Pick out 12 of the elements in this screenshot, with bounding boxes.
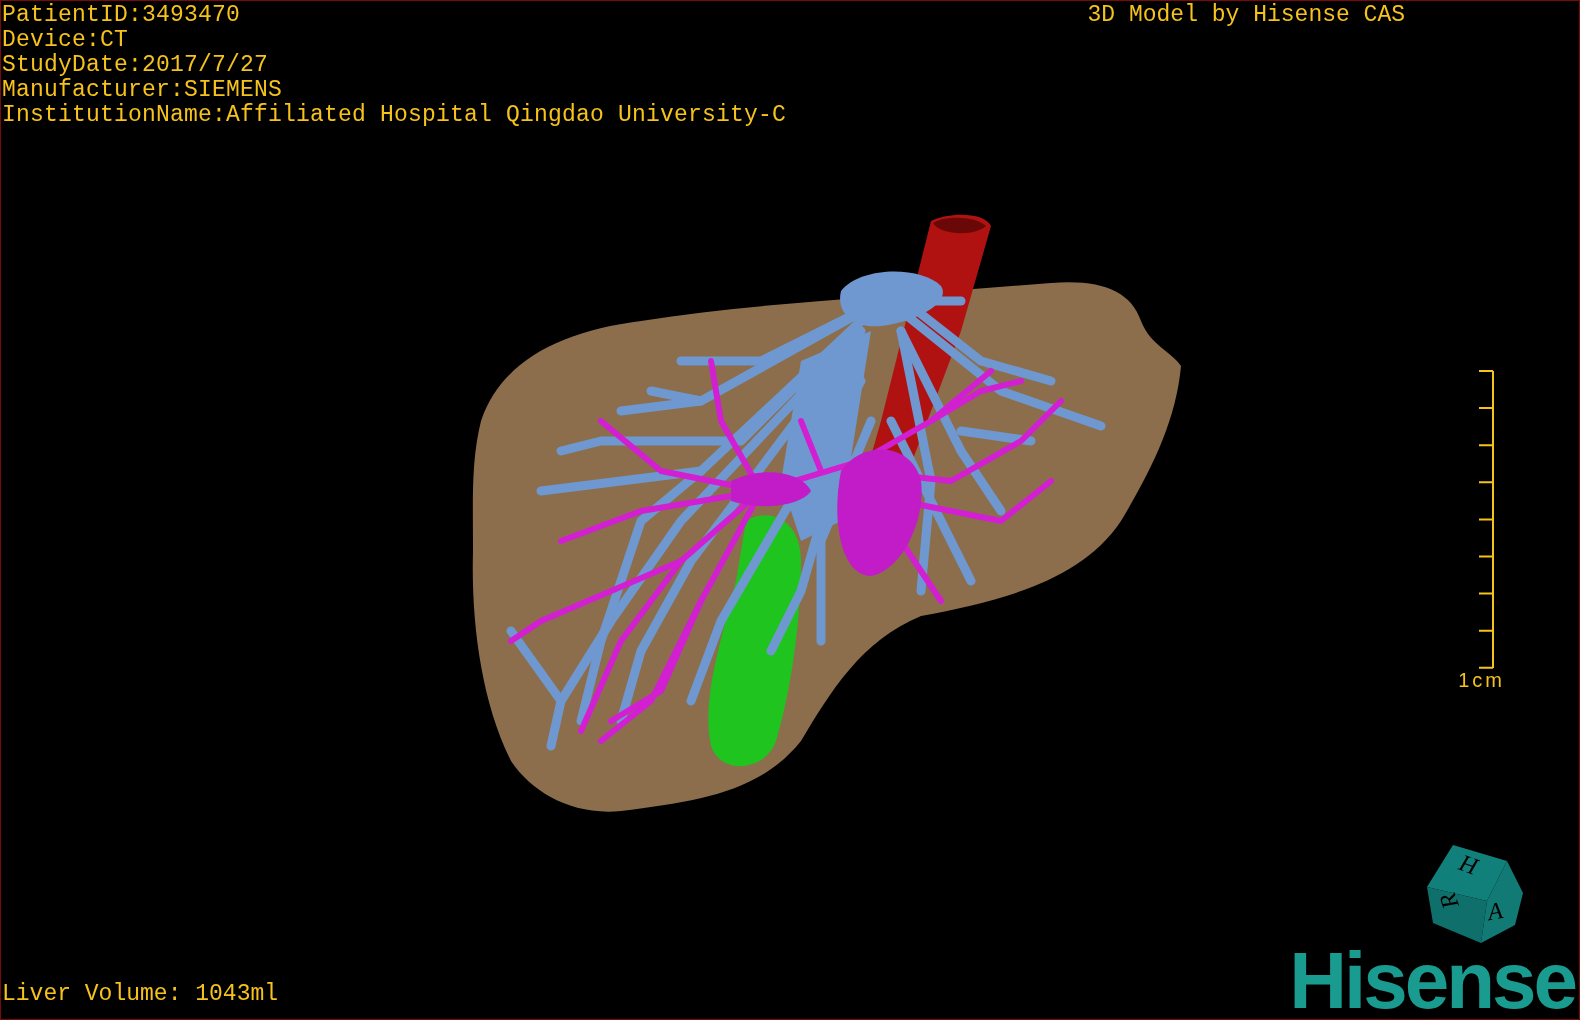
liver-volume-label: Liver Volume: 1043ml [2,982,279,1007]
cube-face-label: H [1456,849,1482,881]
scale-label: 1cm [1458,670,1505,690]
cube-face-label: R [1434,889,1464,913]
study-info-line: Device:CT [2,28,130,53]
viewer-title: 3D Model by Hisense CAS [1087,3,1405,30]
study-info-line: PatientID:3493470 [2,3,242,28]
cube-face-label: A [1485,896,1505,926]
study-info-line: InstitutionName:Affiliated Hospital Qingdao University-C [2,103,787,128]
study-info-line: Manufacturer:SIEMENS [2,78,284,103]
study-info-line: StudyDate:2017/7/27 [2,53,270,78]
brand-logo: Hisense [1289,949,1575,1013]
